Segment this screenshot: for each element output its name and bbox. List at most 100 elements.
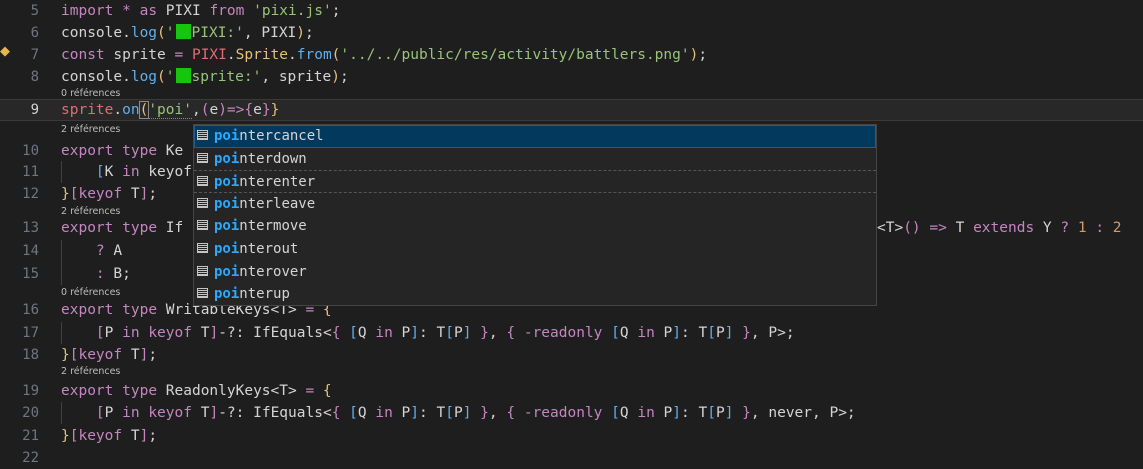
suggest-match-highlight: poi <box>214 128 240 144</box>
code-token: e <box>253 102 262 118</box>
suggest-item-label: pointerover <box>214 261 307 283</box>
code-line-8[interactable]: 8 console.log(' sprite:', sprite); <box>0 66 1143 88</box>
code-token: Q <box>619 405 638 421</box>
code-token: = <box>174 47 184 63</box>
suggest-item[interactable]: pointermove <box>194 215 876 238</box>
codelens-references[interactable]: 0 références <box>61 88 120 100</box>
code-text[interactable]: ? A <box>61 240 122 262</box>
code-token: PIXI <box>191 47 227 63</box>
code-token: } <box>61 428 70 444</box>
suggest-widget[interactable]: pointercancel pointerdown pointerenter poin… <box>193 124 877 306</box>
code-token: const <box>61 47 105 63</box>
code-token: P <box>392 325 411 341</box>
code-text[interactable]: console.log(' PIXI:', PIXI); <box>61 22 314 44</box>
code-token: as <box>139 3 158 19</box>
code-line-22[interactable]: 22 <box>0 447 1143 469</box>
code-token: in <box>637 325 655 341</box>
code-token: , <box>488 325 507 341</box>
suggest-item-rest: nterup <box>239 286 290 303</box>
suggest-item[interactable]: pointerleave <box>194 193 876 216</box>
text-symbol-icon <box>197 242 208 253</box>
code-text[interactable]: : B; <box>61 263 131 285</box>
code-line-20[interactable]: 20 [P in keyof T]-?: IfEquals<{ [Q in P]… <box>0 402 1143 424</box>
code-token: : T <box>419 325 446 341</box>
code-token: Sprite <box>235 47 289 63</box>
code-text[interactable]: [P in keyof T]-?: IfEquals<{ [Q in P]: T… <box>61 402 856 424</box>
line-number: 14 <box>22 243 39 259</box>
line-number: 11 <box>22 164 39 180</box>
code-text[interactable]: export type If <box>61 217 183 239</box>
code-token: } <box>742 405 751 421</box>
code-line-21[interactable]: 21}[keyof T]; <box>0 425 1143 447</box>
code-line-6[interactable]: 6 console.log(' PIXI:', PIXI); <box>0 22 1143 44</box>
suggest-item-rest: nterover <box>239 263 307 280</box>
text-symbol-icon <box>197 220 208 231</box>
code-line-17[interactable]: 17 [P in keyof T]-?: IfEquals<{ [Q in P]… <box>0 322 1143 344</box>
code-token: ' <box>165 69 175 85</box>
code-token: console <box>61 25 123 41</box>
line-number: 12 <box>22 186 39 202</box>
text-symbol-icon <box>197 130 208 140</box>
suggest-item[interactable]: pointerup <box>194 283 876 306</box>
suggest-item-rest: ntercancel <box>239 128 324 144</box>
code-token: ] <box>672 405 682 421</box>
code-text[interactable]: export type ReadonlyKeys<T> = { <box>61 380 332 402</box>
code-token: , <box>191 102 201 118</box>
codelens-references[interactable]: 0 références <box>61 287 120 299</box>
code-token: [ <box>349 325 358 341</box>
text-symbol-icon <box>197 176 208 187</box>
code-text[interactable]: }[keyof T]; <box>61 344 157 366</box>
code-text[interactable]: export type Ke <box>61 140 183 162</box>
code-token: ( <box>157 25 166 41</box>
code-token: in <box>637 405 655 421</box>
codelens-references[interactable]: 2 références <box>61 124 120 136</box>
code-line-19[interactable]: 19 export type ReadonlyKeys<T> = { <box>0 380 1143 402</box>
code-line-18[interactable]: 18}[keyof T]; <box>0 344 1143 366</box>
code-token: ReadonlyKeys<T> <box>157 383 306 399</box>
code-text[interactable]: [K in keyof <box>61 161 192 183</box>
line-number: 16 <box>22 302 39 318</box>
suggest-item-rest: ntermove <box>239 218 307 235</box>
line-number: 20 <box>22 405 39 421</box>
code-line-7[interactable]: 7 const sprite = PIXI.Sprite.from('../../… <box>0 44 1143 66</box>
code-line-9[interactable]: 9 sprite.on('poi',(e)=>{e}} <box>0 99 1143 121</box>
code-text[interactable]: import * as PIXI from 'pixi.js'; <box>61 0 340 22</box>
code-text[interactable]: console.log(' sprite:', sprite); <box>61 66 349 88</box>
code-text[interactable]: }[keyof T]; <box>61 183 157 205</box>
code-token: : T <box>681 405 708 421</box>
code-token: extends <box>973 220 1035 236</box>
code-token: ? <box>1060 220 1070 236</box>
suggest-item[interactable]: pointercancel <box>194 125 876 148</box>
code-token: sprite:' <box>191 69 262 85</box>
code-token: 2 <box>1112 220 1122 236</box>
code-token: : <box>1095 220 1105 236</box>
lightbulb-icon[interactable]: ◆ <box>0 44 10 60</box>
code-token: Q <box>357 325 376 341</box>
text-symbol-icon <box>197 152 208 163</box>
code-token: in <box>122 325 140 341</box>
code-token: . <box>122 25 131 41</box>
code-line-5[interactable]: 5 import * as PIXI from 'pixi.js'; <box>0 0 1143 22</box>
line-number: 9 <box>30 102 39 118</box>
codelens-references[interactable]: 2 références <box>61 366 120 378</box>
code-token: ' <box>165 25 175 41</box>
suggest-item[interactable]: pointerdown <box>194 148 876 171</box>
code-token: <T> <box>877 220 904 236</box>
text-symbol-icon <box>197 288 208 299</box>
suggest-item[interactable]: pointerenter <box>194 170 876 193</box>
codelens-references[interactable]: 2 références <box>61 206 120 218</box>
code-text[interactable]: sprite.on('poi',(e)=>{e}} <box>61 99 279 121</box>
code-token: sprite <box>104 47 175 63</box>
code-text-tail[interactable]: <T>() => T extends Y ? 1 : 2 <box>877 217 1122 239</box>
code-token: ; <box>148 428 158 444</box>
code-text[interactable]: }[keyof T]; <box>61 425 157 447</box>
code-text[interactable]: [P in keyof T]-?: IfEquals<{ [Q in P]: T… <box>61 322 795 344</box>
line-number: 8 <box>30 69 39 85</box>
suggest-item[interactable]: pointerover <box>194 261 876 284</box>
suggest-item[interactable]: pointerout <box>194 238 876 261</box>
code-text[interactable]: const sprite = PIXI.Sprite.from('../../p… <box>61 44 707 66</box>
code-token: = <box>305 383 315 399</box>
suggest-item-rest: nterdown <box>239 150 307 167</box>
